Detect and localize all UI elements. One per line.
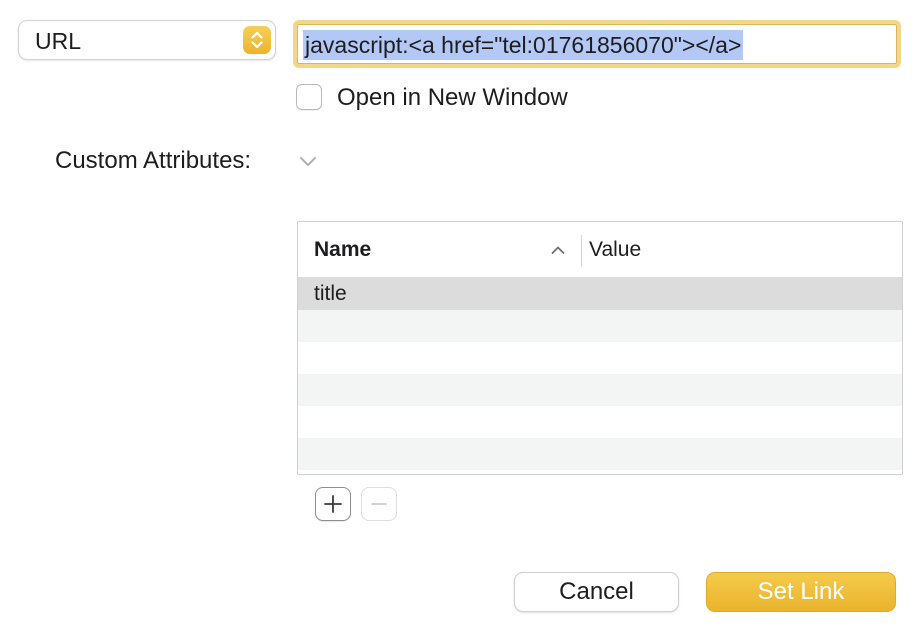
url-input-value[interactable]: javascript:<a href="tel:01761856070"></a… [303, 30, 744, 60]
custom-attributes-label: Custom Attributes: [55, 147, 252, 174]
add-attribute-button[interactable] [315, 487, 351, 521]
link-type-popup[interactable]: URL [18, 20, 276, 60]
up-down-chevron-icon[interactable] [243, 26, 271, 54]
table-cell-name[interactable]: title [314, 281, 347, 307]
table-row-empty [298, 342, 902, 374]
column-divider[interactable] [581, 235, 582, 267]
chevron-down-icon[interactable] [299, 155, 317, 169]
table-header: Name Value [298, 222, 902, 278]
table-row-empty [298, 310, 902, 342]
open-in-new-window-checkbox[interactable] [296, 84, 322, 110]
table-row-empty [298, 438, 902, 470]
column-header-value[interactable]: Value [589, 237, 641, 263]
remove-attribute-button[interactable] [361, 487, 397, 521]
plus-icon [324, 495, 342, 513]
url-input[interactable]: javascript:<a href="tel:01761856070"></a… [293, 20, 901, 68]
table-row-selected[interactable]: title [298, 278, 902, 310]
set-link-button[interactable]: Set Link [706, 572, 896, 612]
sort-ascending-icon[interactable] [551, 245, 565, 255]
open-in-new-window-label[interactable]: Open in New Window [337, 83, 568, 113]
minus-icon [371, 503, 387, 505]
custom-attributes-table: Name Value title [297, 221, 903, 475]
table-row-empty [298, 374, 902, 406]
table-row-empty [298, 406, 902, 438]
column-header-name[interactable]: Name [314, 237, 371, 263]
cancel-button[interactable]: Cancel [514, 572, 679, 612]
link-type-label: URL [35, 28, 82, 54]
